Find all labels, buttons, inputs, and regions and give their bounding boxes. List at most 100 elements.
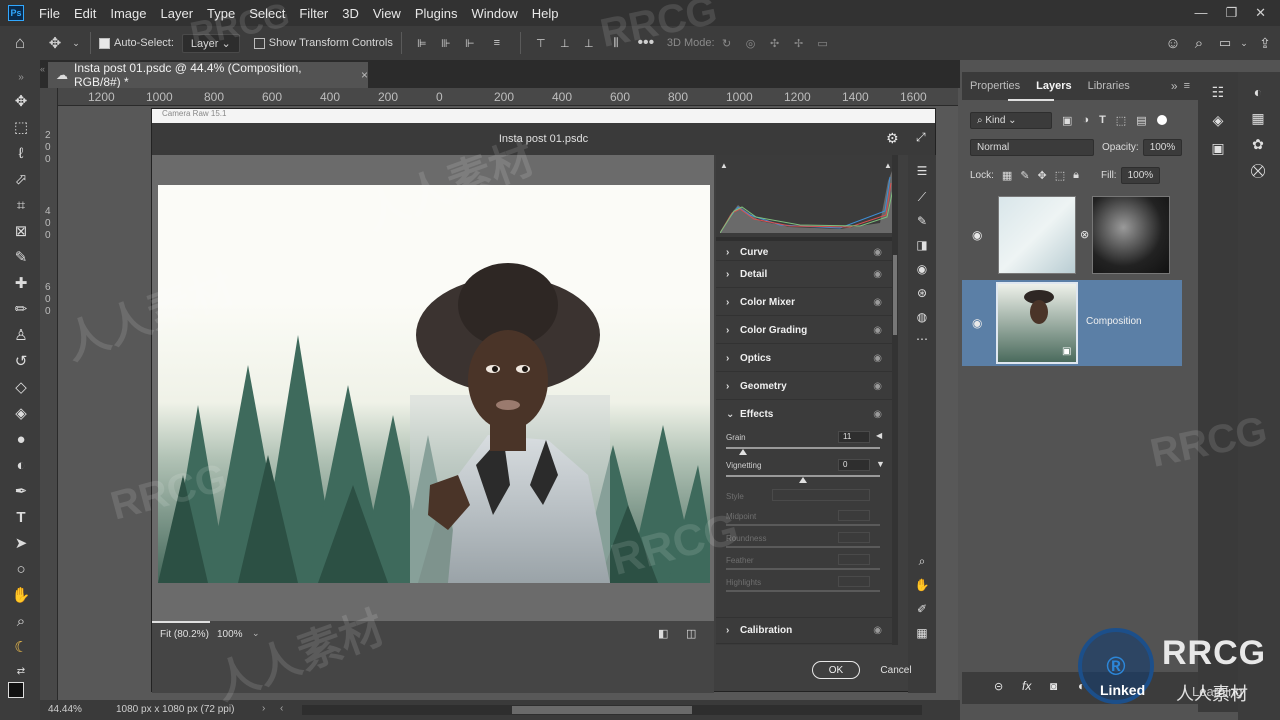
3d-orbit-icon[interactable]: ↻ bbox=[715, 37, 739, 50]
tab-layers[interactable]: Layers bbox=[1028, 80, 1079, 92]
grain-value-field[interactable]: 11 bbox=[838, 431, 870, 443]
eye-icon[interactable]: ◉ bbox=[873, 247, 882, 258]
history-panel-icon[interactable]: ▣ bbox=[1208, 138, 1228, 158]
pen-tool-icon[interactable]: ✒ bbox=[10, 480, 32, 502]
vignetting-value-field[interactable]: 0 bbox=[838, 459, 870, 471]
gear-icon[interactable]: ⚙ bbox=[886, 130, 899, 147]
layer-mask-thumbnail[interactable] bbox=[1092, 196, 1170, 274]
collapse-icon[interactable]: » bbox=[10, 66, 32, 88]
cancel-button[interactable]: Cancel bbox=[876, 661, 916, 679]
restore-button[interactable]: ❐ bbox=[1225, 5, 1237, 21]
eye-icon[interactable]: ◉ bbox=[873, 625, 882, 636]
paint-bucket-tool-icon[interactable]: ◈ bbox=[10, 402, 32, 424]
align-center-icon[interactable]: ⊪ bbox=[434, 37, 458, 50]
hand-tool-icon[interactable]: ✋ bbox=[10, 584, 32, 606]
search-icon[interactable]: ⌕ bbox=[1186, 35, 1212, 52]
layers-panel-icon[interactable]: ◈ bbox=[1208, 110, 1228, 130]
adjustments-panel-icon[interactable]: ☷ bbox=[1208, 82, 1228, 102]
clone-stamp-tool-icon[interactable]: ♙ bbox=[10, 324, 32, 346]
horizontal-scrollbar[interactable] bbox=[302, 705, 922, 715]
section-color-grading[interactable]: › Color Grading ◉ bbox=[716, 317, 892, 344]
grain-reset-icon[interactable]: ◀ bbox=[876, 431, 882, 440]
lock-transparent-icon[interactable]: ▦ bbox=[1002, 169, 1012, 182]
layer-row-selected[interactable]: ◉ ▣ Composition bbox=[962, 280, 1182, 366]
frame-tool-icon[interactable]: ⊠ bbox=[10, 220, 32, 242]
panel-scrollbar[interactable] bbox=[892, 155, 898, 645]
zoom-100-button[interactable]: 100% bbox=[217, 629, 243, 640]
lock-all-icon[interactable]: 🔒︎ bbox=[1073, 169, 1079, 182]
user-icon[interactable]: ☺ bbox=[1160, 35, 1186, 52]
path-selection-tool-icon[interactable]: ➤ bbox=[10, 532, 32, 554]
hand-icon[interactable]: ✋ bbox=[912, 575, 932, 595]
menu-plugins[interactable]: Plugins bbox=[408, 6, 465, 21]
color-panel-icon[interactable]: ◐ bbox=[1248, 82, 1268, 102]
preview-image[interactable] bbox=[158, 185, 710, 583]
align-left-icon[interactable]: ⊫ bbox=[410, 37, 434, 50]
menu-select[interactable]: Select bbox=[242, 6, 292, 21]
3d-pan-icon[interactable]: ✣ bbox=[763, 37, 787, 50]
auto-select-checkbox[interactable] bbox=[99, 37, 110, 49]
object-selection-tool-icon[interactable]: ⬀ bbox=[10, 168, 32, 190]
eye-icon[interactable]: ◉ bbox=[972, 228, 982, 242]
foreground-color-swatch[interactable] bbox=[8, 682, 24, 698]
fit-zoom-button[interactable]: Fit (80.2%) bbox=[160, 629, 209, 640]
lasso-tool-icon[interactable]: ℓ bbox=[10, 142, 32, 164]
move-tool-icon[interactable]: ✥ bbox=[40, 34, 70, 52]
menu-window[interactable]: Window bbox=[464, 6, 524, 21]
lock-artboard-icon[interactable]: ⬚ bbox=[1055, 169, 1065, 182]
filter-smart-object-icon[interactable]: ▤ bbox=[1136, 114, 1146, 127]
3d-slide-icon[interactable]: ✢ bbox=[787, 37, 811, 50]
zoom-icon[interactable]: ⌕ bbox=[912, 551, 932, 571]
align-top-icon[interactable]: ⊤ bbox=[529, 37, 553, 50]
more-icon[interactable]: ⋯ bbox=[912, 329, 932, 349]
eye-icon[interactable]: ◉ bbox=[873, 409, 882, 420]
fullscreen-icon[interactable]: ⤢ bbox=[916, 130, 926, 145]
menu-image[interactable]: Image bbox=[103, 6, 153, 21]
menu-type[interactable]: Type bbox=[200, 6, 242, 21]
menu-view[interactable]: View bbox=[366, 6, 408, 21]
filter-type-icon[interactable]: T bbox=[1099, 114, 1106, 126]
grain-slider-thumb[interactable] bbox=[738, 449, 747, 455]
chevron-down-icon[interactable]: ⌄ bbox=[70, 38, 82, 49]
before-after-icon[interactable]: ◧ bbox=[658, 627, 668, 640]
auto-select-dropdown[interactable]: Layer ⌄ bbox=[181, 33, 240, 53]
menu-filter[interactable]: Filter bbox=[292, 6, 335, 21]
layer-row[interactable]: ◉ ⊗ bbox=[962, 192, 1182, 278]
shape-tool-icon[interactable]: ○ bbox=[10, 558, 32, 580]
edit-sliders-icon[interactable]: ☰ bbox=[912, 161, 932, 181]
grain-slider[interactable] bbox=[726, 447, 880, 449]
section-optics[interactable]: › Optics ◉ bbox=[716, 345, 892, 372]
presets-icon[interactable]: ⊛ bbox=[912, 283, 932, 303]
lock-position-icon[interactable]: ✥ bbox=[1038, 169, 1047, 182]
section-calibration[interactable]: › Calibration ◉ bbox=[716, 617, 892, 644]
highlight-clipping-icon[interactable]: ▲ bbox=[884, 161, 892, 170]
chevron-down-icon[interactable]: ⌄ bbox=[1238, 38, 1250, 49]
healing-brush-tool-icon[interactable]: ✚ bbox=[10, 272, 32, 294]
menu-file[interactable]: File bbox=[32, 6, 67, 21]
vignetting-slider-thumb[interactable] bbox=[799, 477, 807, 483]
eye-icon[interactable]: ◉ bbox=[972, 316, 982, 330]
more-options-icon[interactable]: ••• bbox=[631, 34, 661, 52]
zoom-level[interactable]: 44.44% bbox=[48, 704, 82, 715]
red-eye-icon[interactable]: ◉ bbox=[912, 259, 932, 279]
healing-icon[interactable]: ✎ bbox=[912, 211, 932, 231]
section-effects[interactable]: ⌄ Effects ◉ bbox=[716, 401, 892, 428]
menu-edit[interactable]: Edit bbox=[67, 6, 103, 21]
align-middle-icon[interactable]: ⊥ bbox=[553, 37, 577, 50]
grid-icon[interactable]: ▦ bbox=[912, 623, 932, 643]
swatches-panel-icon[interactable]: ▦ bbox=[1248, 108, 1268, 128]
kind-filter-dropdown[interactable]: ⌕ Kind ⌄ bbox=[970, 111, 1052, 129]
scrollbar-thumb[interactable] bbox=[893, 255, 897, 335]
fx-button[interactable]: fx bbox=[1022, 679, 1031, 693]
minimize-button[interactable]: — bbox=[1194, 5, 1207, 21]
eye-icon[interactable]: ◉ bbox=[873, 269, 882, 280]
dodge-tool-icon[interactable]: ◐ bbox=[10, 454, 32, 476]
3d-roll-icon[interactable]: ◎ bbox=[739, 37, 763, 50]
zoom-tool-icon[interactable]: ⌕ bbox=[10, 610, 32, 632]
chevron-right-icon[interactable]: › bbox=[262, 703, 265, 714]
swap-colors-icon[interactable]: ⇄ bbox=[10, 660, 32, 682]
chevron-down-icon[interactable]: ▼ bbox=[876, 459, 885, 469]
distribute-icon[interactable]: ≡ bbox=[482, 37, 512, 49]
tab-properties[interactable]: Properties bbox=[962, 80, 1028, 92]
close-tab-button[interactable]: × bbox=[361, 68, 368, 82]
